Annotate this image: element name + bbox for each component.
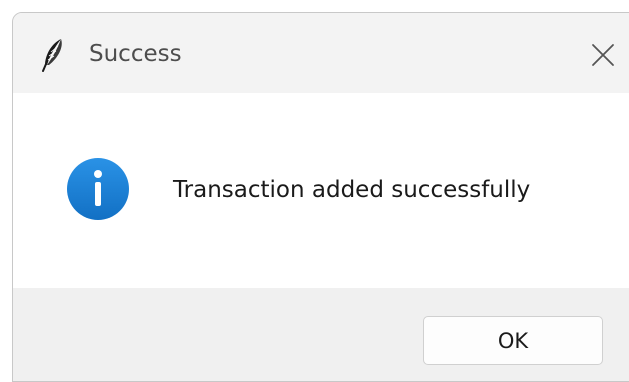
title-bar[interactable]: Success <box>13 13 629 93</box>
feather-icon <box>41 38 65 72</box>
dialog-footer: OK <box>13 288 629 381</box>
close-icon[interactable] <box>589 41 617 69</box>
window-title: Success <box>89 41 182 67</box>
dialog-message: Transaction added successfully <box>173 177 531 203</box>
dialog-content: Transaction added successfully <box>13 93 629 288</box>
info-icon <box>66 157 130 221</box>
message-dialog: Success Transaction added successfully O… <box>12 12 629 382</box>
ok-button[interactable]: OK <box>423 316 603 365</box>
